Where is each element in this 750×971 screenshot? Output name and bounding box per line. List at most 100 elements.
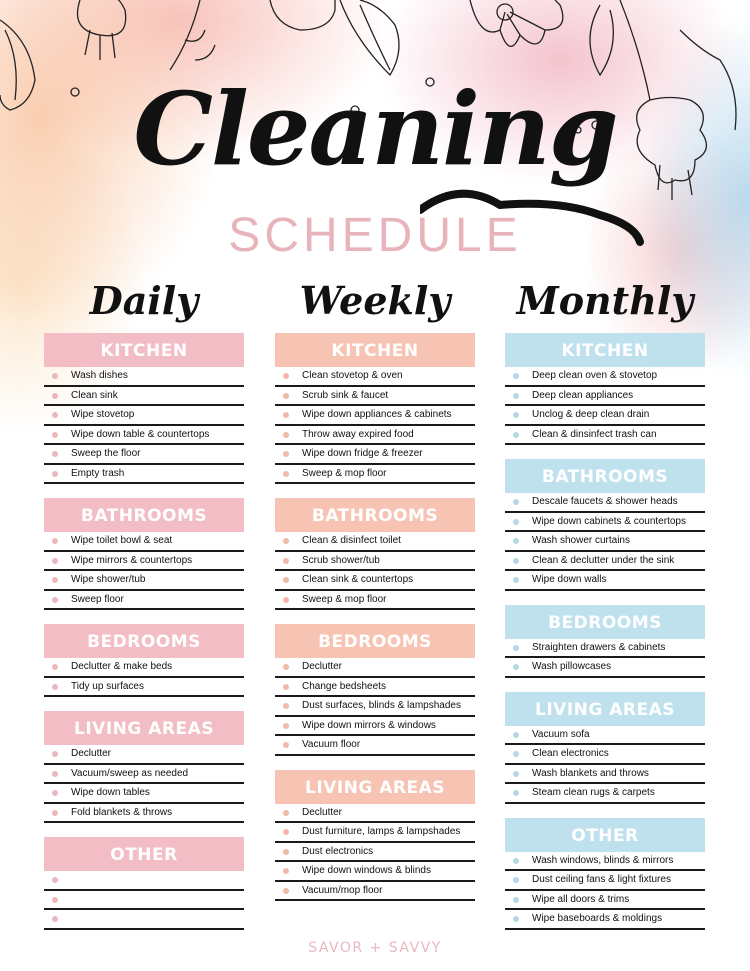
task-label: Dust ceiling fans & light fixtures (532, 874, 671, 885)
section-heading: BEDROOMS (44, 624, 244, 658)
bullet-dot-icon (283, 412, 289, 418)
task-item: Declutter & make beds (44, 658, 244, 678)
task-label: Clean & disinfect toilet (302, 535, 401, 546)
bullet-dot-icon (283, 703, 289, 709)
bullet-dot-icon (283, 664, 289, 670)
task-item: Wipe down mirrors & windows (275, 717, 475, 736)
bullet-dot-icon (283, 373, 289, 379)
task-item: Dust electronics (275, 843, 475, 862)
task-item: Clean & declutter under the sink (505, 552, 705, 571)
bullet-dot-icon (52, 916, 58, 922)
task-item: Fold blankets & throws (44, 804, 244, 823)
task-label: Wipe toilet bowl & seat (71, 535, 173, 546)
bullet-dot-icon (52, 896, 58, 903)
task-label: Scrub shower/tub (302, 554, 380, 566)
task-item: Wipe down tables (44, 784, 244, 804)
section-kitchen: KITCHEN Wash dishes Clean sink Wipe stoveto… (44, 333, 244, 484)
bullet-dot-icon (283, 809, 289, 816)
task-item: Declutter (275, 804, 475, 823)
task-item: Wipe down table & countertops (44, 426, 244, 445)
bullet-dot-icon (513, 751, 519, 757)
task-item: Vacuum/sweep as needed (44, 765, 244, 784)
task-label: Empty trash (71, 467, 125, 479)
task-label: Tidy up surfaces (71, 680, 144, 692)
bullet-dot-icon (513, 518, 519, 525)
bullet-dot-icon (513, 373, 519, 379)
section-heading: BEDROOMS (505, 604, 705, 639)
task-item: Sweep the floor (44, 445, 244, 465)
task-label: Wipe down tables (71, 787, 150, 798)
bullet-dot-icon (52, 577, 58, 583)
task-item (44, 871, 244, 891)
bullet-dot-icon (283, 848, 289, 855)
bullet-dot-icon (513, 644, 519, 651)
task-label: Wash windows, blinds & mirrors (532, 854, 674, 866)
section-heading: KITCHEN (275, 333, 475, 367)
task-label: Change bedsheets (302, 680, 386, 692)
bullet-dot-icon (52, 683, 58, 690)
section-other: OTHER Wash windows, blinds & mirrors Dust … (505, 817, 705, 930)
task-label: Vacuum floor (302, 739, 361, 750)
bullet-dot-icon (52, 431, 58, 438)
task-item: Clean electronics (505, 745, 705, 765)
section-bedrooms: BEDROOMS Straighten drawers & cabinets Was… (505, 604, 705, 678)
bullet-dot-icon (283, 557, 289, 564)
bullet-dot-icon (513, 538, 519, 544)
task-label: Sweep & mop floor (302, 467, 387, 479)
task-item: Wipe shower/tub (44, 571, 244, 591)
bullet-dot-icon (52, 557, 58, 564)
task-label: Sweep the floor (71, 448, 141, 459)
task-item: Wipe down cabinets & countertops (505, 513, 705, 532)
task-item: Deep clean appliances (505, 387, 705, 406)
task-label: Deep clean appliances (532, 389, 634, 401)
bullet-dot-icon (513, 877, 519, 883)
task-label: Wipe down cabinets & countertops (532, 515, 686, 527)
bullet-dot-icon (52, 770, 58, 777)
task-item: Wipe mirrors & countertops (44, 552, 244, 571)
task-label: Wipe stovetop (71, 409, 135, 420)
task-label: Wipe shower/tub (71, 574, 146, 585)
task-item: Dust ceiling fans & light fixtures (505, 871, 705, 891)
section-living-areas: LIVING AREAS Vacuum sofa Clean electronics… (505, 691, 705, 804)
task-item: Clean & dinsinfect trash can (505, 426, 705, 445)
bullet-dot-icon (52, 809, 58, 816)
section-heading: LIVING AREAS (505, 691, 705, 726)
column-title: Monthly (516, 278, 694, 323)
task-item: Unclog & deep clean drain (505, 406, 705, 426)
task-label: Wash blankets and throws (532, 767, 649, 779)
task-item: Wipe toilet bowl & seat (44, 532, 244, 552)
task-item: Clean sink & countertops (275, 571, 475, 591)
bullet-dot-icon (513, 731, 519, 738)
task-item: Sweep floor (44, 591, 244, 610)
column-title: Daily (89, 278, 199, 323)
task-label: Declutter (71, 748, 112, 759)
bullet-dot-icon (283, 451, 289, 457)
task-item (44, 891, 244, 910)
bullet-dot-icon (513, 790, 519, 796)
task-label: Wash dishes (71, 370, 128, 381)
task-item: Wipe stovetop (44, 406, 244, 426)
task-item: Dust furniture, lamps & lampshades (275, 823, 475, 843)
task-item: Wipe down fridge & freezer (275, 445, 475, 465)
bullet-dot-icon (283, 722, 289, 729)
section-bedrooms: BEDROOMS Declutter & make beds Tidy up sur… (44, 624, 244, 697)
task-item: Wash shower curtains (505, 532, 705, 552)
column-weekly: Weekly KITCHEN Clean stovetop & oven Scrub … (275, 275, 475, 915)
task-label: Wipe down walls (532, 574, 607, 585)
task-label: Declutter (302, 806, 343, 818)
task-item: Wipe down appliances & cabinets (275, 406, 475, 426)
bullet-dot-icon (513, 770, 519, 777)
bullet-dot-icon (283, 596, 289, 603)
section-heading: LIVING AREAS (275, 769, 475, 804)
bullet-dot-icon (52, 596, 58, 603)
bullet-dot-icon (283, 577, 289, 583)
task-label: Wipe down mirrors & windows (302, 719, 436, 731)
task-label: Sweep floor (71, 593, 124, 605)
task-item: Descale faucets & shower heads (505, 493, 705, 513)
section-heading: LIVING AREAS (44, 711, 244, 745)
bullet-dot-icon (52, 392, 58, 399)
bullet-dot-icon (52, 790, 58, 796)
task-item: Steam clean rugs & carpets (505, 784, 705, 804)
bullet-dot-icon (513, 499, 519, 505)
column-daily: Daily KITCHEN Wash dishes Clean sink Wipe st… (44, 275, 244, 944)
